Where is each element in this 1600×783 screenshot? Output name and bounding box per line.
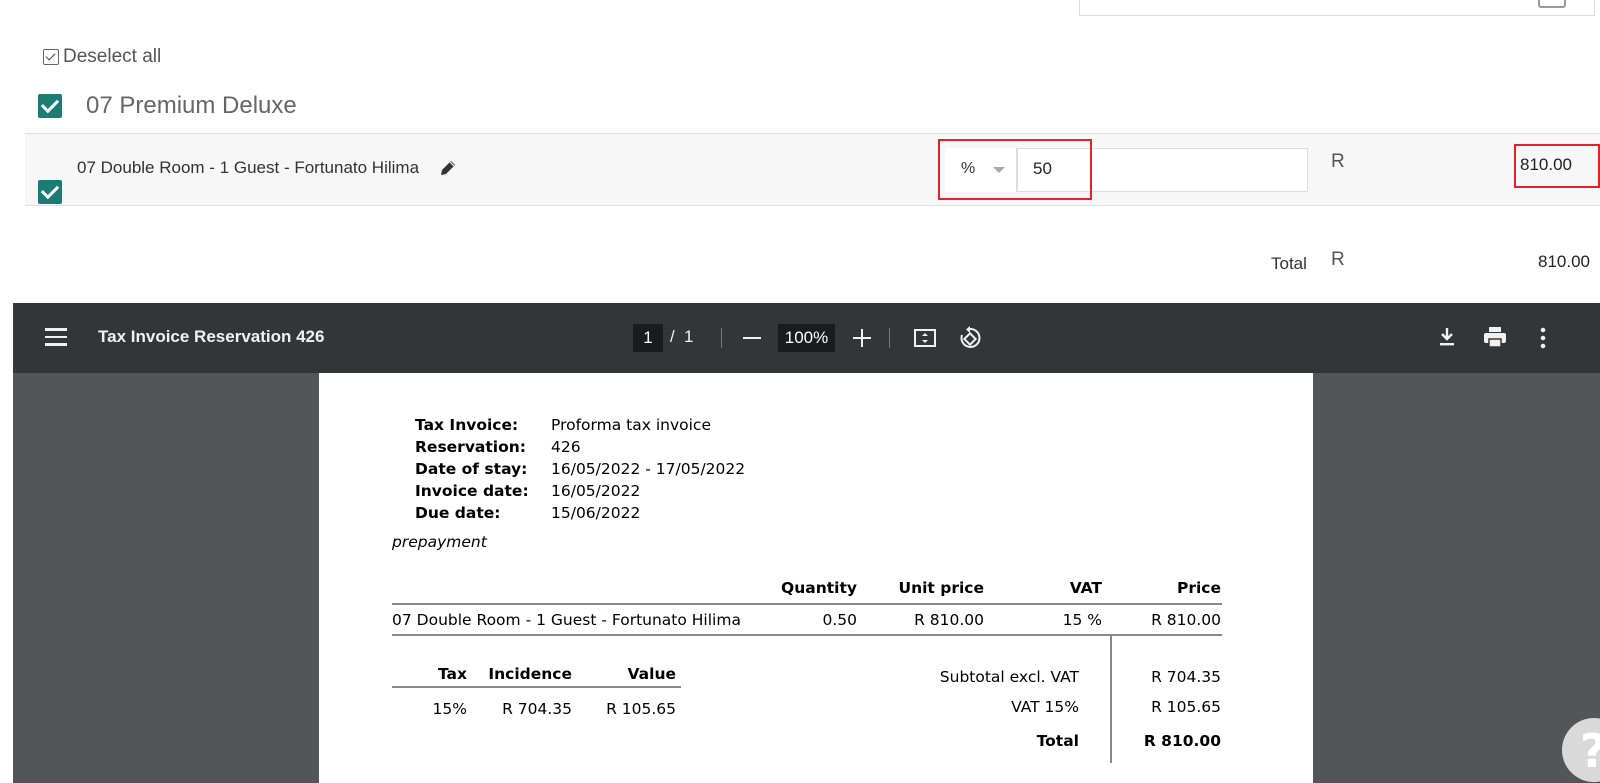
tax-header-incidence: Incidence — [488, 665, 572, 683]
col-header-quantity: Quantity — [781, 579, 857, 597]
search-options-icon[interactable] — [1538, 0, 1566, 8]
field-label: Due date: — [415, 504, 501, 522]
tax-value: R 105.65 — [606, 700, 676, 718]
grand-total-value: R 810.00 — [1143, 732, 1221, 750]
line-amount: 810.00 — [1520, 155, 1572, 174]
total-label: Total — [1271, 254, 1307, 273]
field-value: Proforma tax invoice — [551, 416, 711, 434]
field-label: Reservation: — [415, 438, 526, 456]
group-checkbox[interactable] — [38, 94, 62, 118]
tax-incidence: R 704.35 — [502, 700, 572, 718]
field-value: 16/05/2022 — [551, 482, 641, 500]
field-value: 15/06/2022 — [551, 504, 641, 522]
line-currency: R — [1331, 151, 1345, 172]
pdf-page: Tax Invoice: Proforma tax invoice Reserv… — [319, 373, 1313, 783]
col-header-vat: VAT — [1069, 579, 1102, 597]
field-label: Tax Invoice: — [415, 416, 519, 434]
line-label: 07 Double Room - 1 Guest - Fortunato Hil… — [77, 158, 420, 177]
table-divider — [392, 634, 1222, 636]
help-label: ? — [1580, 724, 1600, 778]
toolbar-divider — [721, 328, 722, 348]
col-header-unit-price: Unit price — [898, 579, 985, 597]
tax-header-tax: Tax — [437, 665, 467, 683]
search-box[interactable] — [1079, 0, 1595, 16]
line-unit-price: R 810.00 — [914, 611, 984, 629]
vat-value: R 105.65 — [1151, 698, 1221, 716]
totals-divider — [1110, 636, 1112, 763]
more-options-icon[interactable] — [1533, 325, 1553, 351]
page-number-input[interactable]: 1 — [633, 324, 663, 352]
table-divider — [392, 603, 1222, 605]
field-label: Date of stay: — [415, 460, 528, 478]
field-value: 426 — [551, 438, 581, 456]
fit-page-icon[interactable] — [913, 326, 937, 350]
subtotal-value: R 704.35 — [1151, 668, 1221, 686]
line-description: 07 Double Room - 1 Guest - Fortunato Hil… — [392, 611, 741, 629]
print-icon[interactable] — [1482, 324, 1508, 350]
edit-pencil-icon[interactable] — [438, 158, 458, 178]
menu-icon[interactable] — [45, 328, 67, 346]
document-title: Tax Invoice Reservation 426 — [98, 327, 325, 346]
field-label: Invoice date: — [415, 482, 529, 500]
pdf-toolbar: Tax Invoice Reservation 426 1 / 1 100% — [13, 303, 1600, 373]
invoice-note: prepayment — [392, 533, 487, 551]
vat-label: VAT 15% — [1011, 698, 1079, 716]
total-currency: R — [1331, 249, 1345, 270]
page-count: 1 — [684, 327, 694, 346]
rotate-icon[interactable] — [957, 325, 983, 351]
grand-total-label: Total — [1036, 732, 1079, 750]
line-vat: 15 % — [1062, 611, 1102, 629]
discount-highlight — [938, 139, 1092, 200]
line-price: R 810.00 — [1151, 611, 1221, 629]
total-amount: 810.00 — [1538, 252, 1590, 271]
zoom-input[interactable]: 100% — [778, 324, 835, 352]
zoom-in-icon[interactable] — [849, 325, 875, 351]
checkbox-icon — [43, 49, 59, 65]
deselect-all-button[interactable]: Deselect all — [43, 46, 161, 68]
col-header-price: Price — [1176, 579, 1221, 597]
page-separator: / — [670, 327, 675, 346]
tax-rate: 15% — [432, 700, 467, 718]
line-checkbox[interactable] — [38, 180, 62, 204]
line-quantity: 0.50 — [822, 611, 857, 629]
subtotal-label: Subtotal excl. VAT — [939, 668, 1079, 686]
group-title: 07 Premium Deluxe — [86, 92, 297, 119]
tax-divider — [392, 686, 681, 688]
zoom-out-icon[interactable] — [739, 325, 765, 351]
toolbar-divider — [889, 328, 890, 348]
download-icon[interactable] — [1435, 325, 1459, 349]
tax-header-value: Value — [627, 665, 676, 683]
pdf-viewer: Tax Invoice Reservation 426 1 / 1 100% T… — [13, 303, 1600, 783]
deselect-all-label: Deselect all — [63, 46, 162, 67]
field-value: 16/05/2022 - 17/05/2022 — [551, 460, 746, 478]
